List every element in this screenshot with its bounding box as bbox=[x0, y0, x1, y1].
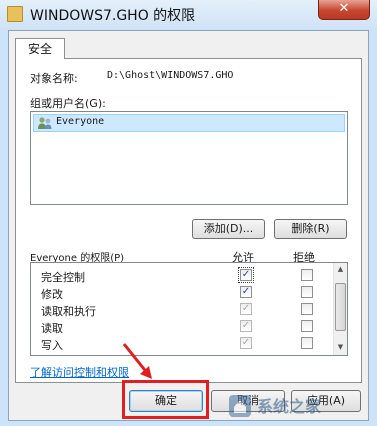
permission-row: 写入 ✓ bbox=[31, 335, 331, 352]
access-control-help-link[interactable]: 了解访问控制和权限 bbox=[30, 364, 129, 380]
permission-name: 修改 bbox=[41, 288, 63, 301]
permissions-list: 完全控制 ✓ 修改 ✓ 读取和执行 ✓ 读取 ✓ 写入 ✓ bbox=[30, 262, 348, 356]
list-item-everyone[interactable]: Everyone bbox=[33, 114, 345, 132]
user-list[interactable]: Everyone bbox=[30, 111, 348, 205]
group-list-label: 组或用户名(G): bbox=[30, 97, 106, 110]
deny-checkbox-modify[interactable] bbox=[301, 286, 313, 298]
permission-name: 完全控制 bbox=[41, 271, 85, 284]
close-button[interactable]: ✕ bbox=[318, 0, 370, 20]
arrow-annotation-icon bbox=[122, 343, 152, 379]
scroll-up-icon[interactable]: ▲ bbox=[334, 263, 347, 276]
watermark-text: 系统之家 bbox=[257, 397, 322, 416]
window-title: WINDOWS7.GHO 的权限 bbox=[30, 8, 196, 24]
permission-name: 写入 bbox=[41, 339, 63, 352]
permission-row: 完全控制 ✓ bbox=[31, 267, 331, 284]
add-button[interactable]: 添加(D)... bbox=[192, 219, 265, 239]
allow-checkbox-modify[interactable]: ✓ bbox=[240, 286, 252, 298]
permission-row: 读取 ✓ bbox=[31, 318, 331, 335]
users-icon bbox=[38, 117, 52, 129]
deny-checkbox-read-execute[interactable] bbox=[301, 303, 313, 315]
title-bar: WINDOWS7.GHO 的权限 ✕ bbox=[0, 0, 377, 30]
remove-button[interactable]: 删除(R) bbox=[274, 219, 347, 239]
list-item-label: Everyone bbox=[56, 116, 105, 127]
deny-checkbox-read[interactable] bbox=[301, 320, 313, 332]
allow-checkbox-read-execute: ✓ bbox=[240, 303, 252, 315]
highlight-annotation bbox=[122, 380, 209, 419]
permission-name: 读取 bbox=[41, 322, 63, 335]
watermark-logo: 系统之家 bbox=[229, 395, 322, 417]
permission-row: 读取和执行 ✓ bbox=[31, 301, 331, 318]
deny-checkbox-write[interactable] bbox=[301, 337, 313, 349]
allow-checkbox-full-control[interactable]: ✓ bbox=[238, 267, 254, 283]
tab-security[interactable]: 安全 bbox=[15, 38, 65, 59]
allow-checkbox-write: ✓ bbox=[240, 337, 252, 349]
scroll-thumb[interactable] bbox=[335, 283, 346, 331]
scroll-down-icon[interactable]: ▼ bbox=[334, 341, 347, 354]
object-name-label: 对象名称: bbox=[30, 72, 78, 85]
permission-row: 修改 ✓ bbox=[31, 284, 331, 301]
allow-checkbox-read: ✓ bbox=[240, 320, 252, 332]
object-name-value: D:\Ghost\WINDOWS7.GHO bbox=[107, 70, 234, 81]
permission-name: 读取和执行 bbox=[41, 305, 96, 318]
folder-icon bbox=[7, 6, 23, 22]
permissions-scrollbar[interactable]: ▲ ▼ bbox=[333, 263, 347, 355]
deny-checkbox-full-control[interactable] bbox=[301, 269, 313, 281]
